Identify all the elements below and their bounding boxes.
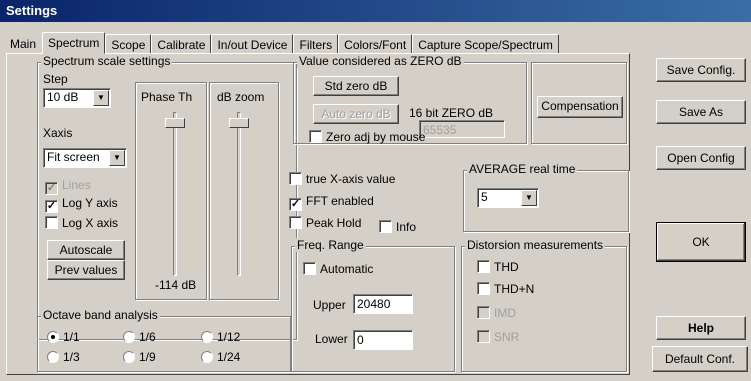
zero-adj-checkbox[interactable]: Zero adj by mouse [309, 130, 425, 144]
chevron-down-icon: ▼ [109, 150, 125, 166]
tab-colors-font[interactable]: Colors/Font [338, 34, 413, 54]
tab-main[interactable]: Main [6, 34, 43, 54]
default-conf-button[interactable]: Default Conf. [652, 346, 748, 372]
imd-checkbox: IMD [477, 306, 516, 320]
db-zoom-label: dB zoom [217, 90, 265, 104]
thd-label: THD [494, 260, 519, 274]
spectrum-scale-title: Spectrum scale settings [41, 54, 173, 68]
chevron-down-icon: ▼ [93, 90, 109, 106]
db-zoom-track [237, 112, 241, 276]
open-config-button[interactable]: Open Config [656, 146, 746, 170]
step-dropdown[interactable]: 10 dB ▼ [43, 88, 111, 108]
bit16-zero-field: 65535 [419, 120, 505, 138]
phase-th-label: Phase Th [141, 90, 193, 104]
log-y-checkbox[interactable]: ✓ Log Y axis [45, 196, 118, 213]
phase-th-box [135, 82, 207, 300]
tab-capture-scope-spectrum[interactable]: Capture Scope/Spectrum [412, 34, 559, 54]
lower-label: Lower [315, 332, 348, 346]
lines-label: Lines [62, 178, 91, 192]
octave-radio-1-6[interactable]: 1/6 [123, 330, 156, 344]
thdn-label: THD+N [494, 282, 535, 296]
check-icon: ✓ [289, 198, 302, 211]
db-zoom-slider[interactable] [229, 118, 249, 128]
lower-field[interactable]: 0 [353, 330, 413, 350]
imd-label: IMD [494, 306, 516, 320]
true-x-axis-label: true X-axis value [306, 172, 396, 186]
bit16-zero-label: 16 bit ZERO dB [409, 106, 494, 120]
octave-radio-1-1[interactable]: 1/1 [47, 330, 80, 344]
snr-label: SNR [494, 330, 520, 344]
auto-zero-db-button: Auto zero dB [313, 104, 399, 124]
tab-filters[interactable]: Filters [293, 34, 339, 54]
average-value: 5 [481, 190, 488, 204]
xaxis-value: Fit screen [47, 150, 100, 164]
octave-radio-1-24[interactable]: 1/24 [201, 350, 240, 364]
upper-field[interactable]: 20480 [353, 294, 413, 314]
save-as-button[interactable]: Save As [656, 100, 746, 124]
check-icon: ✓ [45, 182, 58, 195]
tab-calibrate[interactable]: Calibrate [151, 34, 212, 54]
distortion-title: Distorsion measurements [465, 238, 606, 252]
lines-checkbox: ✓ Lines [45, 178, 91, 195]
save-config-button[interactable]: Save Config. [656, 58, 746, 82]
phase-th-slider[interactable] [165, 118, 185, 128]
thd-checkbox[interactable]: THD [477, 260, 519, 274]
octave-radio-1-9[interactable]: 1/9 [123, 350, 156, 364]
upper-label: Upper [313, 298, 346, 312]
chevron-down-icon: ▼ [521, 190, 537, 206]
phase-th-track [173, 112, 177, 276]
average-dropdown[interactable]: 5 ▼ [477, 188, 539, 208]
help-button[interactable]: Help [656, 316, 746, 340]
true-x-axis-checkbox[interactable]: true X-axis value [289, 172, 395, 186]
zero-db-title: Value considered as ZERO dB [297, 54, 464, 68]
octave-radio-1-12[interactable]: 1/12 [201, 330, 240, 344]
fft-enabled-checkbox[interactable]: ✓ FFT enabled [289, 194, 374, 211]
log-x-checkbox[interactable]: Log X axis [45, 216, 118, 230]
ok-button[interactable]: OK [656, 222, 746, 262]
xaxis-label: Xaxis [43, 126, 73, 140]
check-icon: ✓ [45, 200, 58, 213]
tab-inout-device[interactable]: In/out Device [211, 34, 294, 54]
tab-strip: Main Spectrum Scope Calibrate In/out Dev… [6, 32, 559, 54]
window-title: Settings [0, 0, 751, 22]
average-title: AVERAGE real time [467, 162, 578, 176]
peak-hold-checkbox[interactable]: Peak Hold [289, 216, 361, 230]
phase-th-value: -114 dB [155, 278, 197, 292]
step-value: 10 dB [47, 90, 79, 104]
automatic-checkbox[interactable]: Automatic [303, 262, 373, 276]
thdn-checkbox[interactable]: THD+N [477, 282, 534, 296]
autoscale-button[interactable]: Autoscale [47, 240, 125, 260]
octave-title: Octave band analysis [41, 308, 160, 322]
snr-checkbox: SNR [477, 330, 519, 344]
std-zero-db-button[interactable]: Std zero dB [313, 76, 399, 96]
fft-enabled-label: FFT enabled [306, 194, 374, 208]
spectrum-panel: Spectrum scale settings Step 10 dB ▼ Xax… [6, 53, 630, 375]
peak-hold-label: Peak Hold [306, 216, 362, 230]
freq-range-title: Freq. Range [295, 238, 366, 252]
prev-values-button[interactable]: Prev values [47, 260, 125, 280]
log-y-label: Log Y axis [62, 196, 118, 210]
tab-scope[interactable]: Scope [105, 34, 152, 54]
info-checkbox[interactable]: Info [379, 220, 416, 234]
info-label: Info [396, 220, 417, 234]
log-x-label: Log X axis [62, 216, 119, 230]
zero-adj-label: Zero adj by mouse [326, 130, 426, 144]
tab-spectrum[interactable]: Spectrum [42, 32, 106, 54]
step-label: Step [43, 72, 68, 86]
automatic-label: Automatic [320, 262, 374, 276]
db-zoom-box [209, 82, 279, 300]
xaxis-dropdown[interactable]: Fit screen ▼ [43, 148, 127, 168]
compensation-button[interactable]: Compensation [537, 96, 623, 118]
octave-radio-1-3[interactable]: 1/3 [47, 350, 80, 364]
